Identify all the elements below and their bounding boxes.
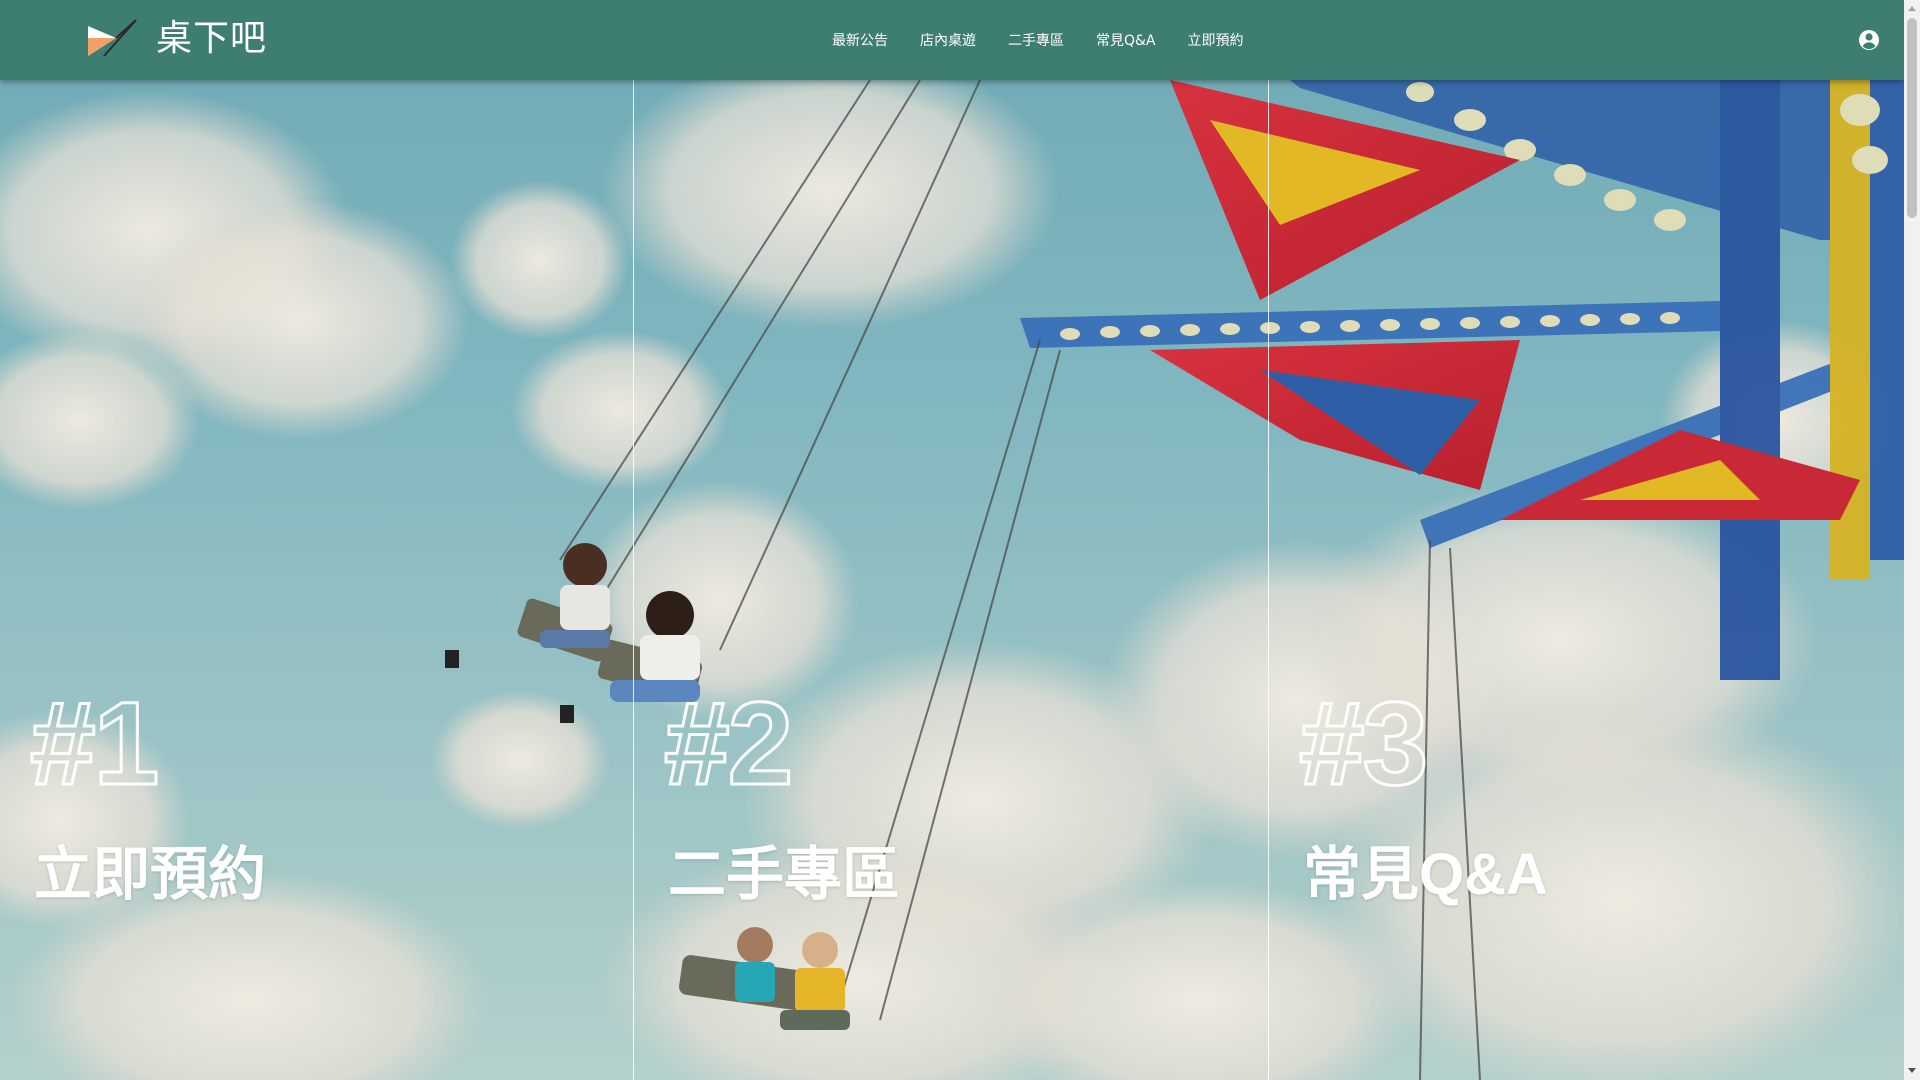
main-nav: 最新公告 店內桌遊 二手專區 常見Q&A 立即預約: [832, 0, 1276, 80]
account-circle-icon[interactable]: [1857, 28, 1881, 52]
panel-faq[interactable]: #3 常見Q&A: [1269, 80, 1902, 1080]
panel-reserve[interactable]: #1 立即預約: [0, 80, 633, 1080]
vertical-scrollbar[interactable]: [1904, 0, 1920, 1080]
top-navbar: 桌下吧 最新公告 店內桌遊 二手專區 常見Q&A 立即預約: [0, 0, 1904, 80]
scroll-down-icon[interactable]: [1908, 1068, 1916, 1073]
panel-title: 二手專區: [668, 842, 901, 907]
panel-number: #2: [662, 678, 794, 810]
panel-title: 立即預約: [34, 842, 267, 907]
panel-second-hand[interactable]: #2 二手專區: [634, 80, 1267, 1080]
nav-item-board-games[interactable]: 店內桌遊: [920, 30, 976, 50]
panel-number: #3: [1297, 678, 1429, 810]
panel-number: #1: [28, 678, 160, 810]
scroll-thumb[interactable]: [1907, 18, 1917, 218]
scroll-up-icon[interactable]: [1908, 6, 1916, 11]
nav-item-announcements[interactable]: 最新公告: [832, 30, 888, 50]
brand-name[interactable]: 桌下吧: [156, 14, 267, 64]
panel-title: 常見Q&A: [1303, 842, 1548, 907]
nav-item-reserve[interactable]: 立即預約: [1188, 30, 1244, 50]
nav-item-faq[interactable]: 常見Q&A: [1096, 30, 1156, 50]
logo-icon[interactable]: [86, 16, 138, 62]
nav-item-second-hand[interactable]: 二手專區: [1008, 30, 1064, 50]
page: 桌下吧 最新公告 店內桌遊 二手專區 常見Q&A 立即預約 #1 立即預約 #2…: [0, 0, 1920, 1080]
